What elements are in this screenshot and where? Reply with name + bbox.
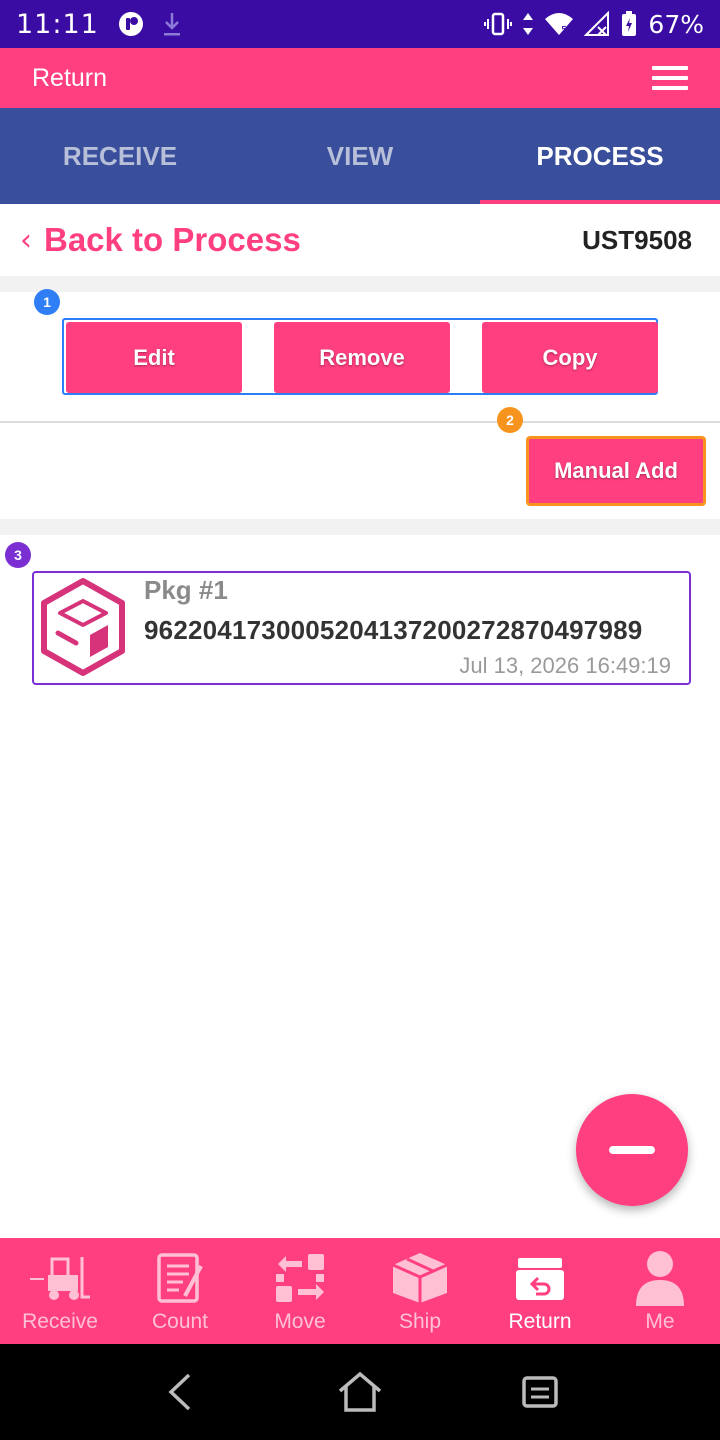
nav-move[interactable]: Move xyxy=(240,1238,360,1344)
section-gap-2 xyxy=(0,519,720,535)
download-icon xyxy=(163,13,180,36)
tab-bar: RECEIVE VIEW PROCESS xyxy=(0,108,720,204)
hamburger-menu-icon[interactable] xyxy=(652,66,688,90)
system-home-icon[interactable] xyxy=(335,1367,385,1417)
order-id: UST9508 xyxy=(582,224,692,255)
move-arrows-icon xyxy=(270,1250,330,1306)
step-badge-3: 3 xyxy=(5,542,31,568)
tab-receive[interactable]: RECEIVE xyxy=(0,108,240,204)
nav-label-return: Return xyxy=(508,1310,572,1333)
return-box-icon xyxy=(510,1250,570,1306)
copy-button[interactable]: Copy xyxy=(482,322,658,393)
edit-button[interactable]: Edit xyxy=(66,322,242,393)
svg-text:5: 5 xyxy=(561,25,567,36)
wifi-icon: 5 xyxy=(545,13,574,36)
forklift-icon xyxy=(30,1250,90,1306)
person-icon xyxy=(630,1250,690,1306)
package-timestamp: Jul 13, 2026 16:49:19 xyxy=(459,653,671,678)
back-row: ‹ Back to Process UST9508 xyxy=(0,204,720,276)
nav-label-ship: Ship xyxy=(398,1310,442,1333)
nav-me[interactable]: Me xyxy=(600,1238,720,1344)
vibrate-icon xyxy=(484,12,513,36)
nav-label-count: Count xyxy=(151,1310,209,1333)
tab-view[interactable]: VIEW xyxy=(240,108,480,204)
chevron-left-icon: ‹ xyxy=(20,222,32,258)
system-back-icon[interactable] xyxy=(155,1367,205,1417)
status-right: 5 67% xyxy=(484,10,704,39)
battery-icon xyxy=(622,11,637,36)
minus-icon xyxy=(609,1146,655,1154)
battery-percent: 67% xyxy=(648,9,704,39)
nav-receive[interactable]: Receive xyxy=(0,1238,120,1344)
nav-return[interactable]: Return xyxy=(480,1238,600,1344)
remove-button[interactable]: Remove xyxy=(274,322,450,393)
nav-ship[interactable]: Ship xyxy=(360,1238,480,1344)
package-tracking-number: 9622041730005204137200272870497989 xyxy=(144,615,643,645)
box-icon xyxy=(390,1250,450,1306)
package-card[interactable]: Pkg #1 962204173000520413720027287049798… xyxy=(32,571,691,685)
action-button-group: Edit Remove Copy xyxy=(62,318,658,395)
section-gap xyxy=(0,276,720,292)
remove-fab-button[interactable] xyxy=(576,1094,688,1206)
nav-label-me: Me xyxy=(645,1310,675,1333)
tab-process[interactable]: PROCESS xyxy=(480,108,720,204)
app-notification-icon xyxy=(118,12,143,36)
nav-label-move: Move xyxy=(274,1310,326,1333)
app-bar: Return xyxy=(0,48,720,108)
step-badge-1: 1 xyxy=(34,289,60,315)
back-to-process-link[interactable]: ‹ Back to Process xyxy=(20,221,301,259)
status-bar: 11:11 5 67% xyxy=(0,0,720,48)
app-title: Return xyxy=(32,63,108,92)
status-time: 11:11 xyxy=(16,8,99,40)
divider xyxy=(0,421,720,423)
signal-icon xyxy=(584,11,610,36)
system-nav-bar xyxy=(0,1344,720,1440)
nav-label-receive: Receive xyxy=(22,1310,98,1333)
nav-count[interactable]: Count xyxy=(120,1238,240,1344)
status-left-icons xyxy=(117,10,183,38)
package-title: Pkg #1 xyxy=(144,575,228,605)
bottom-nav: Receive Count Move Ship Return Me xyxy=(0,1238,720,1344)
clipboard-icon xyxy=(150,1250,210,1306)
data-arrows-icon xyxy=(523,13,534,35)
manual-add-button[interactable]: Manual Add xyxy=(526,436,706,506)
system-recents-icon[interactable] xyxy=(515,1367,565,1417)
step-badge-2: 2 xyxy=(497,407,523,433)
back-label: Back to Process xyxy=(44,221,301,258)
package-box-icon xyxy=(41,578,125,676)
